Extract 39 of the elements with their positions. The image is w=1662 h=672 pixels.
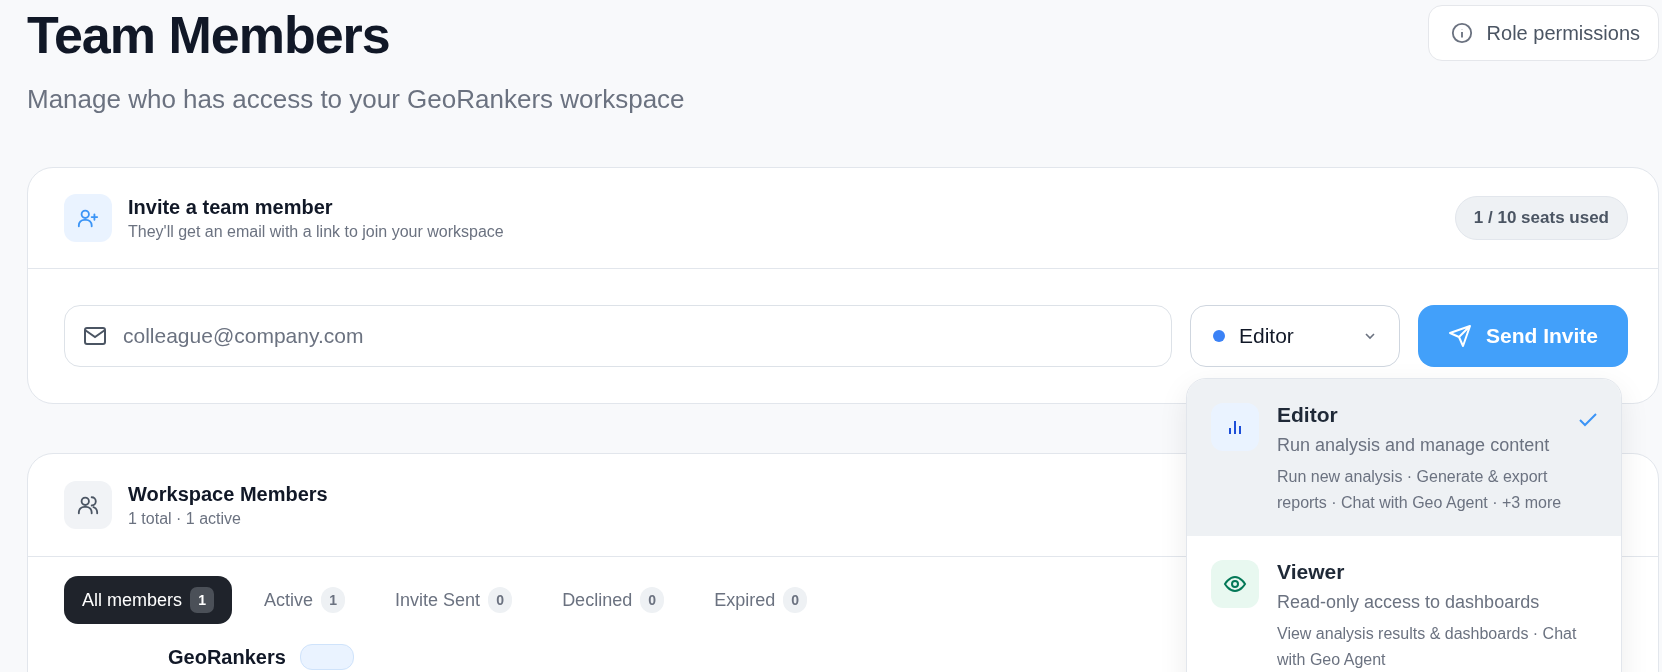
filter-tab[interactable]: Declined 0 <box>544 576 683 624</box>
check-icon <box>1579 413 1597 427</box>
role-dot <box>1213 330 1225 342</box>
filter-tab[interactable]: Expired 0 <box>696 576 826 624</box>
page-subtitle: Manage who has access to your GeoRankers workspace <box>27 84 685 115</box>
count-badge: 0 <box>488 587 513 613</box>
filter-tab[interactable]: All members 1 <box>64 576 233 624</box>
page-title: Team Members <box>27 5 391 66</box>
eye-icon <box>1211 560 1259 608</box>
role-title: Viewer <box>1277 560 1346 584</box>
role-badge <box>299 644 354 670</box>
count-badge: 1 <box>190 587 215 613</box>
role-permissions: Run new analysis · Generate & export reports · Chat with Geo Agent · +3 more <box>1277 467 1563 513</box>
filter-tab[interactable]: Active 1 <box>246 576 364 624</box>
role-option[interactable]: Editor Run analysis and manage content Run new analysis · Generate & export reports · Chat with Geo Agent · +3 more <box>1187 379 1621 536</box>
role-title: Editor <box>1277 403 1339 427</box>
add-user-icon <box>64 194 112 242</box>
info-icon <box>1450 22 1473 44</box>
role-option[interactable]: Viewer Read-only access to dashboards View analysis results & dashboards · Chat with Geo Agent <box>1187 536 1621 672</box>
mail-icon <box>84 327 106 345</box>
card-title: Invite a team member <box>128 195 333 219</box>
card-subtitle: They'll get an email with a link to join your workspace <box>128 222 504 241</box>
filter-tab[interactable]: Invite Sent 0 <box>377 576 531 624</box>
bar-chart-icon <box>1211 403 1259 451</box>
role-description: Read-only access to dashboards <box>1277 592 1541 613</box>
users-icon <box>64 481 112 529</box>
count-badge: 1 <box>321 587 346 613</box>
email-field[interactable]: colleague@company.com <box>64 305 1172 367</box>
count-badge: 0 <box>783 587 808 613</box>
card-title: Workspace Members <box>128 482 328 506</box>
role-permissions: View analysis results & dashboards · Chat with Geo Agent <box>1277 624 1578 670</box>
member-name: GeoRankers <box>168 645 286 669</box>
send-icon <box>1448 324 1472 348</box>
role-description: Run analysis and manage content <box>1277 435 1551 456</box>
seats-badge: 1 / 10 seats used <box>1454 196 1628 240</box>
role-permissions-button[interactable]: Role permissions <box>1427 5 1659 61</box>
members-summary: 1 total · 1 active <box>128 509 241 528</box>
role-select[interactable]: Editor <box>1190 305 1400 367</box>
count-badge: 0 <box>640 587 665 613</box>
